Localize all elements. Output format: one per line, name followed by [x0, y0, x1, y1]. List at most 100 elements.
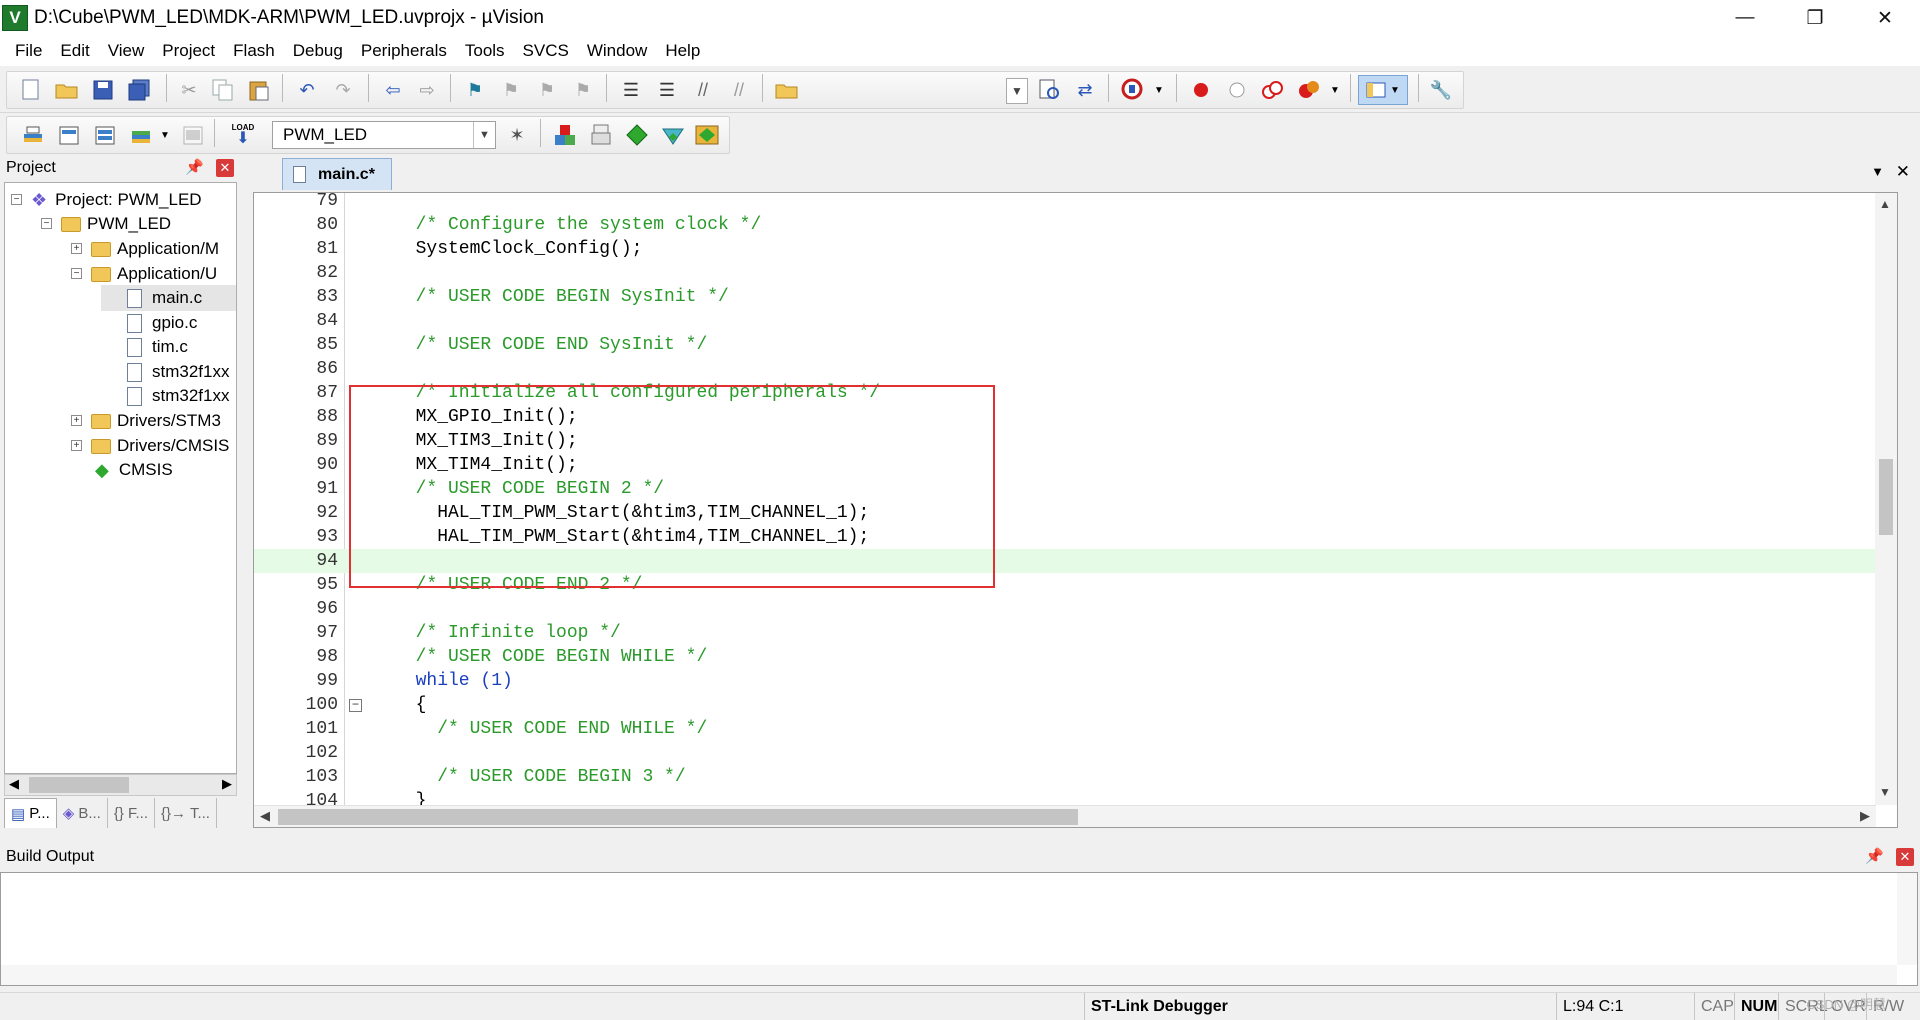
expand-icon[interactable]: + [71, 243, 82, 254]
close-pane-button[interactable]: ✕ [1896, 848, 1914, 866]
restore-button[interactable]: ❐ [1780, 0, 1850, 36]
project-tree-hscrollbar[interactable]: ◀ ▶ [4, 774, 237, 796]
collapse-icon[interactable]: − [71, 268, 82, 279]
minimize-button[interactable]: — [1710, 0, 1780, 36]
build-output-vscrollbar[interactable] [1897, 873, 1917, 965]
enable-breakpoint-icon[interactable] [1224, 77, 1250, 103]
fold-collapse-icon[interactable]: − [349, 699, 362, 712]
redo-icon[interactable]: ↷ [330, 77, 356, 103]
code-line[interactable]: 96 [254, 597, 1886, 621]
clear-bookmarks-icon[interactable]: ⚑ [570, 77, 596, 103]
expand-icon[interactable]: + [71, 415, 82, 426]
scrollbar-thumb[interactable] [29, 777, 129, 793]
menu-edit[interactable]: Edit [51, 41, 98, 61]
incremental-find-icon[interactable]: ⇄ [1072, 77, 1098, 103]
pack-installer-icon[interactable] [660, 122, 686, 148]
rebuild-icon[interactable] [92, 122, 118, 148]
kill-breakpoints-icon[interactable] [1296, 77, 1322, 103]
scroll-down-icon[interactable]: ▼ [1879, 785, 1891, 799]
code-line[interactable]: 99 while (1) [254, 669, 1886, 693]
code-line[interactable]: 86 [254, 357, 1886, 381]
file-extensions-icon[interactable] [588, 122, 614, 148]
find-combo-dropdown[interactable]: ▼ [1006, 78, 1028, 104]
menu-file[interactable]: File [6, 41, 51, 61]
menu-peripherals[interactable]: Peripherals [352, 41, 456, 61]
tab-books[interactable]: ◈ B... [57, 798, 108, 828]
scroll-right-icon[interactable]: ▶ [222, 776, 232, 792]
expand-icon[interactable]: + [71, 440, 82, 451]
build-icon[interactable] [56, 122, 82, 148]
menu-project[interactable]: Project [153, 41, 224, 61]
cut-icon[interactable]: ✂ [176, 77, 202, 103]
find-in-files-icon[interactable] [774, 77, 800, 103]
tab-templates[interactable]: {}→ T... [155, 798, 217, 828]
scroll-left-icon[interactable]: ◀ [9, 776, 19, 792]
comment-icon[interactable]: // [690, 77, 716, 103]
bookmark-icon[interactable]: ⚑ [462, 77, 488, 103]
editor-hscrollbar[interactable]: ◀ ▶ [254, 805, 1876, 827]
collapse-icon[interactable]: − [11, 194, 22, 205]
code-line[interactable]: 98 /* USER CODE BEGIN WHILE */ [254, 645, 1886, 669]
code-line[interactable]: 97 /* Infinite loop */ [254, 621, 1886, 645]
tree-node-file[interactable]: stm32f1xx [127, 359, 229, 385]
close-pane-button[interactable]: ✕ [216, 159, 234, 177]
scroll-up-icon[interactable]: ▲ [1879, 197, 1891, 211]
editor-vscrollbar[interactable]: ▲ ▼ [1875, 193, 1897, 805]
translate-icon[interactable] [20, 122, 46, 148]
tree-node-group[interactable]: − Application/U [71, 261, 217, 287]
menu-tools[interactable]: Tools [456, 41, 514, 61]
tab-list-dropdown-icon[interactable]: ▼ [1871, 164, 1884, 179]
tree-node-group[interactable]: + Drivers/STM3 [71, 408, 221, 434]
uncomment-icon[interactable]: // [726, 77, 752, 103]
window-layout-icon[interactable]: ▼ [1358, 75, 1408, 105]
target-options-icon[interactable]: ✶ [504, 122, 530, 148]
paste-icon[interactable] [246, 77, 272, 103]
select-packs-icon[interactable] [624, 122, 650, 148]
insert-breakpoint-icon[interactable] [1188, 77, 1214, 103]
menu-window[interactable]: Window [578, 41, 656, 61]
code-line[interactable]: 84 [254, 309, 1886, 333]
code-line[interactable]: 101 /* USER CODE END WHILE */ [254, 717, 1886, 741]
save-all-icon[interactable] [126, 77, 152, 103]
undo-icon[interactable]: ↶ [294, 77, 320, 103]
configure-icon[interactable]: 🔧 [1428, 77, 1454, 103]
tab-functions[interactable]: {} F... [108, 798, 156, 828]
tab-main-c[interactable]: main.c* [282, 158, 392, 190]
code-line[interactable]: 79 [254, 193, 1886, 213]
new-file-icon[interactable] [18, 77, 44, 103]
find-icon[interactable] [1036, 77, 1062, 103]
prev-bookmark-icon[interactable]: ⚑ [498, 77, 524, 103]
build-output-hscrollbar[interactable] [1, 965, 1897, 985]
disable-breakpoints-icon[interactable] [1260, 77, 1286, 103]
code-line[interactable]: 85 /* USER CODE END SysInit */ [254, 333, 1886, 357]
target-select[interactable]: PWM_LED ▼ [272, 121, 496, 149]
save-icon[interactable] [90, 77, 116, 103]
menu-flash[interactable]: Flash [224, 41, 284, 61]
tree-node-file[interactable]: stm32f1xx [127, 383, 229, 409]
code-line[interactable]: 81 SystemClock_Config(); [254, 237, 1886, 261]
menu-view[interactable]: View [99, 41, 154, 61]
next-bookmark-icon[interactable]: ⚑ [534, 77, 560, 103]
menu-help[interactable]: Help [656, 41, 709, 61]
copy-icon[interactable] [210, 77, 236, 103]
tree-node-group[interactable]: + Application/M [71, 236, 219, 262]
close-tab-icon[interactable]: ✕ [1896, 162, 1910, 182]
code-line[interactable]: 83 /* USER CODE BEGIN SysInit */ [254, 285, 1886, 309]
scroll-right-icon[interactable]: ▶ [1860, 808, 1870, 824]
tree-node-component[interactable]: ◆ CMSIS [95, 457, 173, 483]
run-time-environment-icon[interactable] [694, 122, 720, 148]
tab-project[interactable]: ▤ P... [4, 798, 57, 828]
debug-dropdown-icon[interactable]: ▼ [1146, 77, 1172, 103]
menu-svcs[interactable]: SVCS [514, 41, 578, 61]
code-line[interactable]: 100− { [254, 693, 1886, 717]
manage-project-items-icon[interactable] [552, 122, 578, 148]
tree-node-file[interactable]: gpio.c [127, 310, 197, 336]
breakpoints-dropdown-icon[interactable]: ▼ [1322, 77, 1348, 103]
tree-node-group[interactable]: + Drivers/CMSIS [71, 433, 229, 459]
build-output-area[interactable] [0, 872, 1918, 986]
navigate-forward-icon[interactable]: ⇨ [414, 77, 440, 103]
tree-node-project[interactable]: − ❖ Project: PWM_LED [11, 187, 202, 213]
scroll-left-icon[interactable]: ◀ [260, 808, 270, 824]
close-window-button[interactable]: ✕ [1850, 0, 1920, 36]
unindent-icon[interactable]: ☰ [654, 77, 680, 103]
